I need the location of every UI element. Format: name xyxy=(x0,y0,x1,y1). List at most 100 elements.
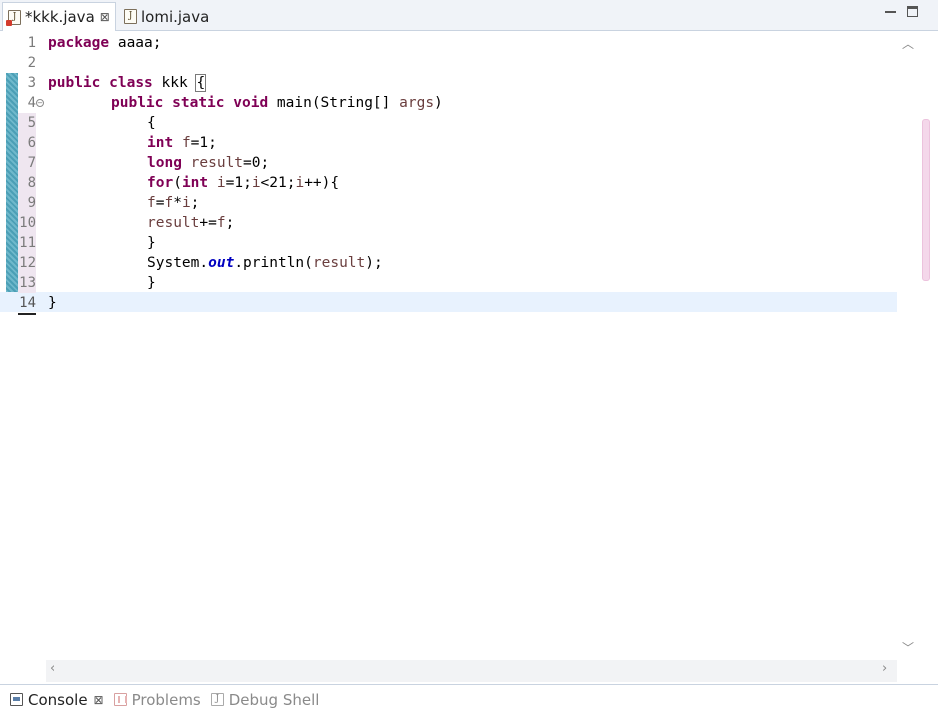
code-line: public static void main(String[] args) xyxy=(111,93,443,113)
tab-label: Console xyxy=(28,690,88,709)
local-variable: result xyxy=(147,215,200,231)
code-line: } xyxy=(147,275,156,291)
keyword: for xyxy=(147,175,174,191)
code-line: public class kkk { xyxy=(48,73,207,93)
tab-kkk-java[interactable]: J *kkk.java ⊠ xyxy=(2,2,116,31)
overview-ruler-thumb[interactable] xyxy=(922,119,930,281)
current-line-highlight xyxy=(0,292,897,312)
scroll-up-icon[interactable]: ︿ xyxy=(902,35,914,52)
line-number: 8 xyxy=(18,173,36,193)
horizontal-scrollbar[interactable]: ‹ › xyxy=(46,660,897,682)
code-text: * xyxy=(173,195,182,211)
code-text: ; xyxy=(225,215,235,231)
line-number: 2 xyxy=(27,55,36,71)
code-text: ; xyxy=(190,195,200,211)
fold-collapse-icon[interactable]: − xyxy=(36,99,44,107)
local-variable: f xyxy=(181,135,191,151)
code-text: ) xyxy=(434,95,443,111)
line-number: 11 xyxy=(18,233,36,253)
class-name: kkk xyxy=(152,75,197,91)
quick-diff-ruler xyxy=(6,73,18,312)
scroll-down-icon[interactable]: ﹀ xyxy=(902,639,914,656)
console-icon xyxy=(10,693,23,706)
line-number: 14 xyxy=(18,293,36,315)
minimize-icon[interactable] xyxy=(885,6,896,13)
local-variable: result xyxy=(190,155,244,171)
line-number: 7 xyxy=(18,153,36,173)
tab-label: *kkk.java xyxy=(25,8,95,26)
code-line: int f=1; xyxy=(147,133,217,153)
code-line: long result=0; xyxy=(147,153,269,173)
code-editor[interactable]: 1 2 3 4 − 5 6 7 8 9 10 11 12 13 14 packa… xyxy=(0,31,938,684)
tab-lomi-java[interactable]: J lomi.java xyxy=(118,2,218,31)
code-text: =1; xyxy=(190,135,217,151)
tab-debug-shell[interactable]: J Debug Shell xyxy=(210,690,320,709)
local-variable: result xyxy=(312,255,366,271)
line-number: 6 xyxy=(18,133,36,153)
editor-tab-bar: J *kkk.java ⊠ J lomi.java xyxy=(0,0,938,31)
code-text: .println( xyxy=(234,255,313,271)
keyword: public xyxy=(111,95,164,111)
code-text: System. xyxy=(147,255,209,271)
local-variable: f xyxy=(164,195,174,211)
line-number: 1 xyxy=(27,35,36,51)
keyword: int xyxy=(181,175,209,191)
code-line: f=f*i; xyxy=(147,193,199,213)
code-text: <21; xyxy=(260,175,296,191)
code-line: { xyxy=(147,115,156,131)
local-variable: f xyxy=(147,195,156,211)
line-number: 9 xyxy=(18,193,36,213)
local-variable: i xyxy=(251,175,261,191)
code-line: } xyxy=(48,295,57,311)
local-variable: i xyxy=(295,175,305,191)
debug-shell-icon: J xyxy=(210,693,224,706)
scroll-left-icon[interactable]: ‹ xyxy=(50,661,55,676)
tab-problems[interactable]: Problems xyxy=(113,690,201,709)
static-field: out xyxy=(208,255,235,271)
problems-icon xyxy=(113,693,127,706)
close-icon[interactable]: ⊠ xyxy=(94,693,104,707)
code-text: aaaa; xyxy=(109,35,162,51)
line-number: 12 xyxy=(18,253,36,273)
keyword: class xyxy=(109,75,153,91)
code-line: } xyxy=(147,235,156,251)
keyword: package xyxy=(48,35,110,51)
keyword: public xyxy=(48,75,101,91)
line-number: 13 xyxy=(18,273,36,293)
tab-label: lomi.java xyxy=(141,7,210,26)
keyword: int xyxy=(147,135,174,151)
local-variable: i xyxy=(181,195,191,211)
code-text: ); xyxy=(365,255,383,271)
line-number: 5 xyxy=(18,113,36,133)
local-variable: i xyxy=(216,175,226,191)
code-text: =0; xyxy=(243,155,270,171)
line-number: 3 xyxy=(27,75,36,91)
line-number: 4 xyxy=(27,95,36,111)
tab-console[interactable]: Console ⊠ xyxy=(10,691,104,709)
parameter: args xyxy=(399,95,435,111)
code-text: += xyxy=(199,215,217,231)
local-variable: f xyxy=(216,215,226,231)
java-file-icon: J xyxy=(124,9,137,24)
code-line: System.out.println(result); xyxy=(147,253,383,273)
close-icon[interactable]: ⊠ xyxy=(100,10,110,24)
code-line: result+=f; xyxy=(147,213,234,233)
java-file-error-icon: J xyxy=(6,9,21,26)
keyword: long xyxy=(147,155,182,171)
code-line: package aaaa; xyxy=(48,33,162,53)
views-tab-bar: Console ⊠ Problems J Debug Shell xyxy=(0,684,938,714)
maximize-icon[interactable] xyxy=(907,6,918,17)
code-text: ( xyxy=(173,175,182,191)
matching-bracket: { xyxy=(195,74,207,92)
keyword: static xyxy=(172,95,225,111)
scroll-right-icon[interactable]: › xyxy=(882,661,887,676)
tab-label: Debug Shell xyxy=(228,690,320,709)
tab-label: Problems xyxy=(131,690,201,709)
code-text: =1; xyxy=(225,175,252,191)
code-text: ++){ xyxy=(304,175,340,191)
line-number: 10 xyxy=(18,213,36,233)
code-line: for(int i=1;i<21;i++){ xyxy=(147,173,339,193)
code-text: main(String[] xyxy=(268,95,400,111)
vertical-scrollbar[interactable]: ︿ ﹀ xyxy=(897,31,919,661)
keyword: void xyxy=(233,95,269,111)
